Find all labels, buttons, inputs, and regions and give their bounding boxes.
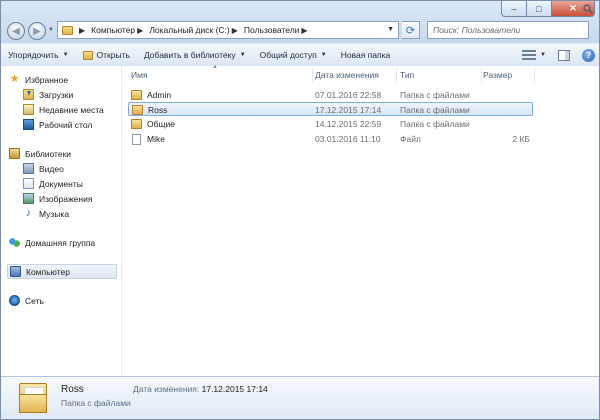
file-type: Папка с файлами [400,119,470,129]
maximize-button[interactable]: □ [527,1,552,17]
file-date: 17.12.2015 17:14 [315,105,382,115]
file-type: Папка с файлами [400,90,470,100]
star-icon: ★ [9,73,20,85]
file-icon [132,133,141,145]
details-name: Ross [61,384,84,395]
desktop-icon [23,119,34,130]
file-row[interactable]: Общие 14.12.2015 22:59 Папка с файлами [128,117,533,131]
downloads-folder-icon [23,89,34,100]
computer-icon [10,266,21,277]
help-icon[interactable]: ? [582,48,595,62]
file-row-selected[interactable]: Ross 17.12.2015 17:14 Папка с файлами [128,102,533,116]
folder-icon [131,90,142,100]
nav-documents[interactable]: Документы [23,176,119,191]
navigation-pane: ★ Избранное Загрузки Недавние места Рабоч… [1,66,122,376]
file-name: Общие [131,117,175,131]
folder-icon [131,119,142,129]
minimize-button[interactable]: – [501,1,527,17]
view-controls: ▼ ? [522,44,595,66]
recent-pages-dropdown[interactable]: ▼ [48,27,54,33]
open-folder-icon [82,50,93,60]
preview-pane-icon[interactable] [558,49,570,61]
folder-icon [132,105,143,115]
chevron-down-icon: ▼ [239,52,246,58]
folder-icon [62,25,73,35]
nav-homegroup[interactable]: Домашняя группа [9,235,127,250]
nav-favorites[interactable]: ★ Избранное [9,72,127,87]
file-name: Ross [132,103,167,117]
breadcrumb-users[interactable]: Пользователи ▶ [244,25,312,35]
file-date: 03.01.2016 11:10 [315,134,381,144]
nav-libraries[interactable]: Библиотеки [9,146,127,161]
large-folder-icon [19,383,47,413]
details-modified: Дата изменения: 17.12.2015 17:14 [133,384,268,394]
homegroup-icon [9,237,20,248]
share-button[interactable]: Общий доступ ▼ [253,45,334,65]
search-input[interactable] [427,21,589,39]
file-type: Файл [400,134,421,144]
nav-computer[interactable]: Компьютер [7,264,117,279]
back-button[interactable]: ◀ [7,22,25,40]
nav-recent-places[interactable]: Недавние места [23,102,119,117]
command-bar: Упорядочить ▼ Открыть Добавить в библиоте… [1,43,599,67]
view-mode-dropdown[interactable]: ▼ [540,52,546,58]
back-arrow-icon: ◀ [12,25,20,37]
chevron-right-icon[interactable]: ▶ [232,26,238,35]
documents-library-icon [23,178,34,189]
file-row[interactable]: Admin 07.01.2016 22:58 Папка с файлами [128,88,533,102]
view-mode-icon[interactable] [522,50,537,60]
file-name: Admin [131,88,171,102]
organize-button[interactable]: Упорядочить ▼ [1,45,76,65]
nav-music[interactable]: ♪ Музыка [23,206,119,221]
nav-images[interactable]: Изображения [23,191,119,206]
column-type[interactable]: Тип [397,68,482,82]
address-history-dropdown[interactable]: ▼ [387,26,394,33]
details-modified-value: 17.12.2015 17:14 [201,384,268,394]
file-date: 14.12.2015 22:59 [315,119,382,129]
nav-desktop[interactable]: Рабочий стол [23,117,119,132]
chevron-down-icon: ▼ [62,52,69,58]
new-folder-button[interactable]: Новая папка [334,45,398,65]
file-row[interactable]: Mike 03.01.2016 11:10 Файл 2 КБ [128,132,533,146]
open-button[interactable]: Открыть [76,45,137,65]
forward-button[interactable]: ▶ [28,22,46,40]
add-to-library-button[interactable]: Добавить в библиотеку ▼ [137,45,253,65]
search-icon[interactable] [583,4,593,14]
refresh-button[interactable]: ⟳ [402,21,420,39]
music-library-icon: ♪ [25,207,32,219]
recent-places-icon [23,104,34,115]
network-icon [9,295,20,306]
details-modified-label: Дата изменения: [133,384,200,394]
file-size: 2 КБ [512,134,530,144]
refresh-icon: ⟳ [405,24,416,37]
libraries-icon [9,148,20,159]
file-list: ▲ Имя Дата изменения Тип Размер Admin 07… [122,64,599,376]
forward-arrow-icon: ▶ [33,25,41,37]
pictures-library-icon [23,193,34,204]
column-size[interactable]: Размер [480,68,535,82]
window-controls: – □ ✕ [501,1,595,17]
breadcrumb-separator[interactable]: ▶ [77,26,89,35]
details-type: Папка с файлами [61,398,131,408]
title-address-bar: – □ ✕ ◀ ▶ ▼ ▶ Компьютер ▶ Локальный диск … [1,1,599,43]
breadcrumb-computer[interactable]: Компьютер ▶ [91,25,147,35]
file-type: Папка с файлами [400,105,470,115]
file-name: Mike [131,132,165,146]
nav-downloads[interactable]: Загрузки [23,87,119,102]
video-library-icon [23,163,34,174]
file-date: 07.01.2016 22:58 [315,90,382,100]
column-name[interactable]: Имя [128,68,313,82]
chevron-down-icon: ▼ [320,52,327,58]
nav-video[interactable]: Видео [23,161,119,176]
explorer-window: – □ ✕ ◀ ▶ ▼ ▶ Компьютер ▶ Локальный диск … [0,0,600,420]
details-pane: Ross Папка с файлами Дата изменения: 17.… [1,376,599,419]
chevron-right-icon[interactable]: ▶ [137,26,143,35]
column-headers: ▲ Имя Дата изменения Тип Размер [122,64,599,84]
column-date-modified[interactable]: Дата изменения [312,68,397,82]
breadcrumb-local-disk[interactable]: Локальный диск (C:) ▶ [149,25,242,35]
address-bar[interactable]: ▶ Компьютер ▶ Локальный диск (C:) ▶ Пользо… [57,21,399,39]
chevron-right-icon[interactable]: ▶ [301,26,307,35]
nav-network[interactable]: Сеть [9,293,127,308]
